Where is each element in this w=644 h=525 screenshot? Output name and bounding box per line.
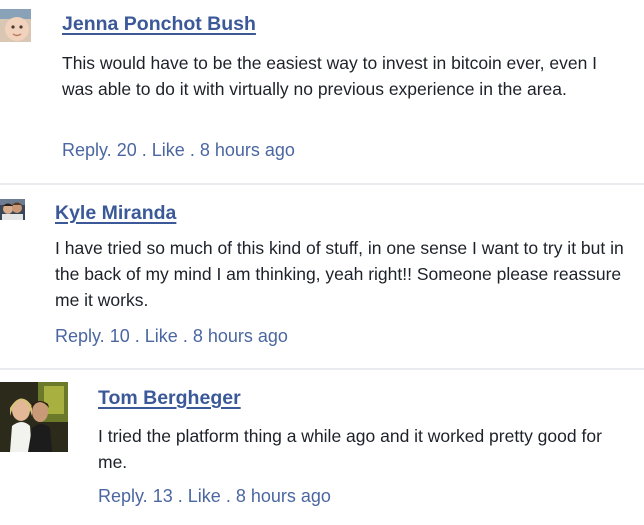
comment-text: I have tried so much of this kind of stu…	[55, 238, 624, 310]
comments-feed: Jenna Ponchot Bush This would have to be…	[0, 0, 644, 525]
couple-photo-avatar-icon	[0, 199, 25, 220]
reply-count: 10	[109, 326, 130, 346]
timestamp: 8 hours ago	[192, 326, 288, 346]
comment-item: Jenna Ponchot Bush This would have to be…	[0, 0, 644, 184]
like-link[interactable]: Like	[152, 140, 185, 160]
comment-author-link[interactable]: Tom Bergheger	[98, 387, 241, 410]
avatar[interactable]	[0, 199, 25, 220]
like-link[interactable]: Like	[188, 486, 221, 506]
reply-link[interactable]: Reply.	[62, 140, 112, 160]
separator: .	[141, 140, 147, 160]
comment-author-link[interactable]: Kyle Miranda	[55, 202, 176, 225]
comment-text: I tried the platform thing a while ago a…	[98, 426, 602, 472]
comment-item: Kyle Miranda I have tried so much of thi…	[0, 185, 644, 368]
avatar[interactable]	[0, 382, 68, 452]
baby-photo-avatar-icon	[0, 9, 31, 42]
comment-item: Tom Bergheger I tried the platform thing…	[0, 370, 644, 525]
separator: .	[225, 486, 231, 506]
reply-count: 20	[116, 140, 137, 160]
separator: .	[177, 486, 183, 506]
separator: .	[134, 326, 140, 346]
separator: .	[189, 140, 195, 160]
reply-link[interactable]: Reply.	[55, 326, 105, 346]
timestamp: 8 hours ago	[199, 140, 295, 160]
reply-link[interactable]: Reply.	[98, 486, 148, 506]
comment-actions: Reply. 10 . Like . 8 hours ago	[55, 326, 288, 347]
comment-actions: Reply. 13 . Like . 8 hours ago	[98, 486, 331, 507]
comment-actions: Reply. 20 . Like . 8 hours ago	[62, 140, 295, 161]
timestamp: 8 hours ago	[235, 486, 331, 506]
separator: .	[182, 326, 188, 346]
couple-photo-avatar-icon	[0, 382, 68, 452]
reply-count: 13	[152, 486, 173, 506]
avatar[interactable]	[0, 9, 31, 42]
comment-text: This would have to be the easiest way to…	[62, 53, 598, 99]
like-link[interactable]: Like	[145, 326, 178, 346]
comment-author-link[interactable]: Jenna Ponchot Bush	[62, 13, 256, 36]
